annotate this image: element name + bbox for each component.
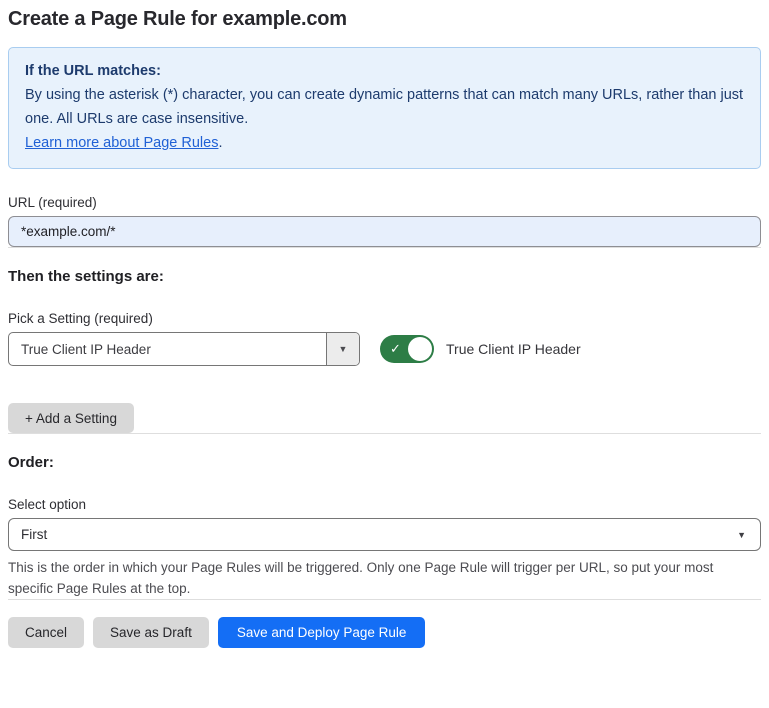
save-and-deploy-button[interactable]: Save and Deploy Page Rule xyxy=(218,617,426,648)
footer-actions: Cancel Save as Draft Save and Deploy Pag… xyxy=(8,617,761,648)
order-select-label: Select option xyxy=(8,497,761,512)
order-select-value: First xyxy=(21,527,47,542)
chevron-down-icon: ▼ xyxy=(737,530,746,540)
setting-select[interactable]: True Client IP Header ▼ xyxy=(8,332,360,366)
setting-toggle-label: True Client IP Header xyxy=(446,341,581,357)
url-match-info-box: If the URL matches: By using the asteris… xyxy=(8,47,761,169)
link-suffix: . xyxy=(218,135,222,151)
cancel-button[interactable]: Cancel xyxy=(8,617,84,648)
order-section-heading: Order: xyxy=(8,454,761,471)
setting-toggle[interactable]: ✓ xyxy=(380,335,434,363)
save-as-draft-button[interactable]: Save as Draft xyxy=(93,617,209,648)
check-icon: ✓ xyxy=(390,341,401,357)
add-setting-button[interactable]: + Add a Setting xyxy=(8,403,134,433)
info-box-link-line: Learn more about Page Rules. xyxy=(25,131,744,155)
chevron-down-icon[interactable]: ▼ xyxy=(326,333,359,365)
order-help-text: This is the order in which your Page Rul… xyxy=(8,557,752,599)
section-divider xyxy=(8,247,761,248)
settings-section-heading: Then the settings are: xyxy=(8,268,761,285)
info-box-body: By using the asterisk (*) character, you… xyxy=(25,83,744,131)
toggle-knob xyxy=(408,337,432,361)
page-title: Create a Page Rule for example.com xyxy=(8,0,761,31)
url-field-label: URL (required) xyxy=(8,195,761,210)
learn-more-link[interactable]: Learn more about Page Rules xyxy=(25,135,218,151)
footer-divider xyxy=(8,599,761,600)
setting-select-value: True Client IP Header xyxy=(9,333,326,365)
setting-picker-label: Pick a Setting (required) xyxy=(8,311,761,326)
setting-row: True Client IP Header ▼ ✓ True Client IP… xyxy=(8,332,761,366)
order-select[interactable]: First ▼ xyxy=(8,518,761,551)
create-page-rule-form: Create a Page Rule for example.com If th… xyxy=(0,0,769,708)
url-input[interactable] xyxy=(8,216,761,247)
section-divider xyxy=(8,433,761,434)
info-box-heading: If the URL matches: xyxy=(25,59,744,83)
